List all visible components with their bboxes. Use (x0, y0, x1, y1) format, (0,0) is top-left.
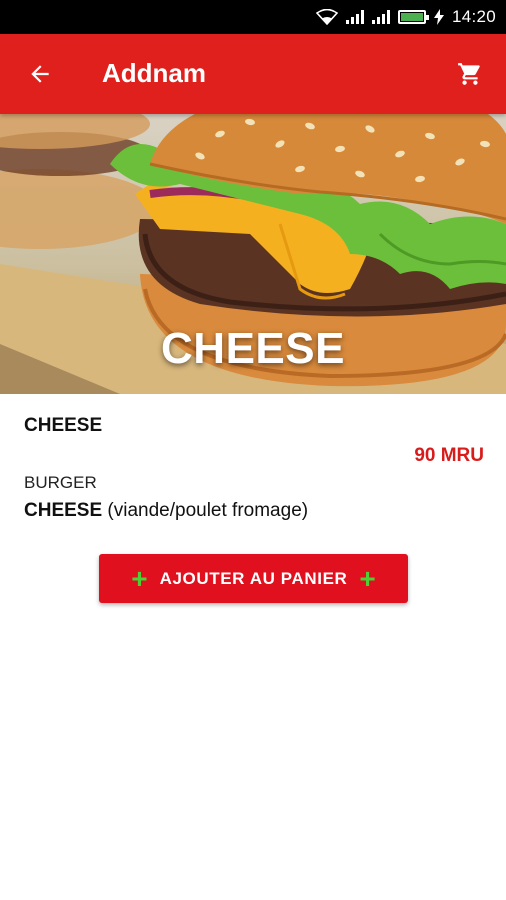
plus-icon: + (359, 562, 376, 594)
arrow-left-icon (31, 65, 49, 83)
wifi-icon (315, 9, 338, 25)
product-description: CHEESE (viande/poulet fromage) (24, 500, 308, 522)
product-price: 90 MRU (414, 445, 484, 466)
plus-icon: + (131, 562, 148, 594)
battery-icon (397, 10, 429, 24)
hero-title: CHEESE (161, 324, 345, 373)
signal-icon (345, 10, 364, 24)
signal-icon (371, 10, 390, 24)
cart-button[interactable] (454, 58, 486, 90)
product-image: CHEESE (0, 114, 506, 394)
app-bar: Addnam (0, 34, 506, 114)
status-icons: 14:20 (315, 0, 496, 34)
charging-icon (433, 9, 444, 25)
status-bar: 14:20 (0, 0, 506, 34)
description-name: CHEESE (24, 500, 103, 521)
add-to-cart-button[interactable]: + AJOUTER AU PANIER + (99, 554, 408, 603)
product-name: CHEESE (24, 415, 103, 436)
product-category: BURGER (24, 473, 97, 492)
cart-icon (458, 63, 480, 85)
add-to-cart-label: AJOUTER AU PANIER (159, 568, 348, 588)
description-text: (viande/poulet fromage) (102, 500, 309, 521)
status-time: 14:20 (451, 7, 496, 26)
back-button[interactable] (22, 56, 58, 92)
app-title: Addnam (102, 58, 206, 88)
